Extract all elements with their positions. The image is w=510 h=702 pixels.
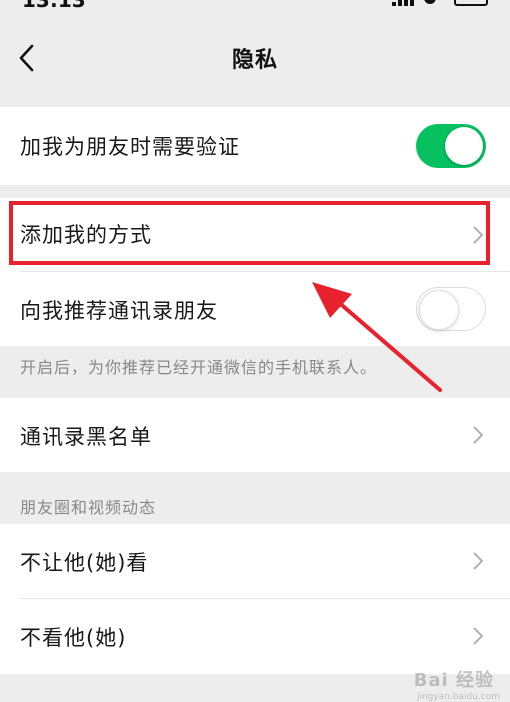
- chevron-right-icon: [473, 627, 483, 645]
- battery-icon: [454, 0, 488, 6]
- toggle-knob: [419, 290, 459, 330]
- chevron-right-icon: [473, 426, 483, 444]
- page-title: 隐私: [231, 48, 278, 73]
- chevron-right-icon: [473, 226, 483, 244]
- wifi-icon: [424, 0, 436, 4]
- add-method-label: 添加我的方式: [20, 223, 152, 247]
- status-bar: 13:13: [0, 0, 510, 12]
- watermark-sub: jingyan.baidu.com: [416, 692, 500, 702]
- dont-let-see-label: 不让他(她)看: [20, 551, 149, 575]
- moments-section-title: 朋友圈和视频动态: [20, 498, 157, 517]
- recommend-note: 开启后，为你推荐已经开通微信的手机联系人。: [20, 358, 378, 377]
- signal-icon: [392, 0, 414, 6]
- add-method-row[interactable]: 添加我的方式: [0, 198, 510, 272]
- dont-let-see-row[interactable]: 不让他(她)看: [0, 524, 510, 599]
- recommend-contacts-row: 向我推荐通讯录朋友: [0, 272, 510, 346]
- verify-friend-row: 加我为朋友时需要验证: [0, 107, 510, 185]
- nav-bar: 隐私: [0, 12, 510, 104]
- verify-friend-toggle[interactable]: [416, 124, 486, 168]
- dont-see-row[interactable]: 不看他(她): [0, 599, 510, 674]
- recommend-contacts-label: 向我推荐通讯录朋友: [20, 299, 218, 323]
- status-time: 13:13: [22, 0, 86, 12]
- blacklist-label: 通讯录黑名单: [20, 425, 152, 449]
- verify-friend-label: 加我为朋友时需要验证: [20, 135, 240, 159]
- chevron-right-icon: [473, 552, 483, 570]
- dont-see-label: 不看他(她): [20, 626, 127, 650]
- watermark: Bai 经验: [413, 670, 494, 691]
- blacklist-row[interactable]: 通讯录黑名单: [0, 398, 510, 472]
- toggle-knob: [445, 127, 483, 165]
- recommend-contacts-toggle[interactable]: [416, 287, 486, 331]
